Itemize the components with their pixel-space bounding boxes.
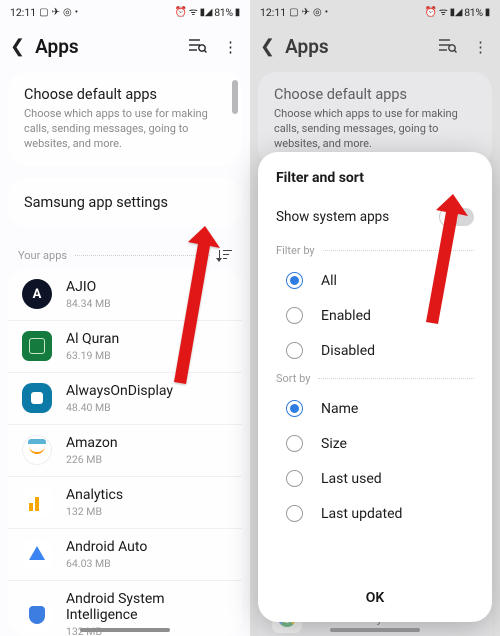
alarm-icon: ⏰: [175, 8, 187, 18]
radio-icon: [286, 505, 303, 522]
clock: 12:11: [260, 6, 286, 19]
back-icon[interactable]: ❮: [10, 36, 25, 57]
scroll-thumb[interactable]: [232, 80, 238, 114]
vowifi-icon: ᯤ: [189, 8, 198, 18]
sort-option-name[interactable]: Name: [276, 391, 474, 426]
phone-screen-left: 12:11 ▢ ✈ ◎ • ⏰ ᯤ ▮◢ 81% ▮ ❮ Apps ⋮ Choo…: [0, 0, 250, 636]
more-menu-icon[interactable]: ⋮: [223, 38, 238, 56]
your-apps-label: Your apps: [18, 249, 67, 262]
divider-dots: [75, 255, 210, 256]
sheet-title: Filter and sort: [276, 170, 474, 186]
more-icon: •: [75, 8, 78, 18]
app-row-quran[interactable]: Al Quran63.19 MB: [8, 320, 242, 372]
signal-icon: ▮◢: [200, 8, 213, 18]
filter-by-label: Filter by: [276, 244, 474, 257]
title-bar: ❮ Apps ⋮: [250, 21, 500, 72]
ajio-icon: [22, 279, 52, 309]
search-sort-icon[interactable]: [188, 37, 207, 57]
battery-icon: ▮: [485, 8, 490, 18]
show-system-label: Show system apps: [276, 209, 389, 225]
more-icon: •: [325, 8, 328, 18]
app-row-aod[interactable]: AlwaysOnDisplay48.40 MB: [8, 372, 242, 424]
default-apps-card[interactable]: Choose default apps Choose which apps to…: [8, 72, 242, 166]
page-title: Apps: [35, 35, 178, 58]
search-sort-icon[interactable]: [438, 37, 457, 57]
amazon-icon: [22, 435, 52, 465]
battery-icon: ▮: [235, 8, 240, 18]
radio-icon: [286, 470, 303, 487]
home-indicator[interactable]: [330, 628, 420, 632]
radio-icon: [286, 307, 303, 324]
aod-icon: [22, 383, 52, 413]
quran-icon: [22, 331, 52, 361]
signal-icon: ▮◢: [450, 8, 463, 18]
back-icon[interactable]: ❮: [260, 36, 275, 57]
page-title: Apps: [285, 35, 428, 58]
asi-icon: [22, 600, 52, 630]
app-list: AJIO84.34 MB Al Quran63.19 MB AlwaysOnDi…: [8, 269, 242, 636]
filter-option-disabled[interactable]: Disabled: [276, 333, 474, 368]
radio-icon: [286, 342, 303, 359]
radio-icon: [286, 400, 303, 417]
instagram-icon: ◎: [313, 8, 322, 18]
auto-icon: [22, 540, 52, 570]
samsung-settings-card[interactable]: Samsung app settings: [8, 178, 242, 227]
filter-option-all[interactable]: All: [276, 263, 474, 298]
analytics-icon: [22, 487, 52, 517]
more-menu-icon[interactable]: ⋮: [473, 38, 488, 56]
your-apps-header: Your apps: [0, 239, 250, 269]
sort-option-last-used[interactable]: Last used: [276, 461, 474, 496]
show-system-row[interactable]: Show system apps: [276, 202, 474, 240]
status-bar: 12:11 ▢ ✈ ◎ • ⏰ ᯤ ▮◢ 81% ▮: [0, 0, 250, 21]
filter-option-enabled[interactable]: Enabled: [276, 298, 474, 333]
home-indicator[interactable]: [80, 628, 170, 632]
image-icon: ▢: [39, 8, 48, 18]
sort-by-label: Sort by: [276, 372, 474, 385]
default-apps-sub: Choose which apps to use for making call…: [24, 107, 226, 152]
status-bar: 12:11 ▢ ✈ ◎ • ⏰ ᯤ ▮◢ 81% ▮: [250, 0, 500, 21]
show-system-toggle[interactable]: [440, 208, 474, 226]
instagram-icon: ◎: [63, 8, 72, 18]
image-icon: ▢: [289, 8, 298, 18]
alarm-icon: ⏰: [425, 8, 437, 18]
ok-button[interactable]: OK: [276, 576, 474, 614]
sort-option-last-updated[interactable]: Last updated: [276, 496, 474, 531]
app-row-analytics[interactable]: Analytics132 MB: [8, 476, 242, 528]
app-row-auto[interactable]: Android Auto64.03 MB: [8, 528, 242, 580]
title-bar: ❮ Apps ⋮: [0, 21, 250, 72]
battery-percent: 81%: [464, 6, 483, 19]
default-apps-sub: Choose which apps to use for making call…: [274, 107, 476, 152]
clock: 12:11: [10, 6, 36, 19]
radio-icon: [286, 435, 303, 452]
default-apps-heading: Choose default apps: [274, 86, 476, 103]
app-row-amazon[interactable]: Amazon226 MB: [8, 424, 242, 476]
filter-sort-sheet: Filter and sort Show system apps Filter …: [258, 152, 492, 622]
phone-screen-right: 12:11 ▢ ✈ ◎ • ⏰ ᯤ ▮◢ 81% ▮ ❮ Apps ⋮ Choo…: [250, 0, 500, 636]
telegram-icon: ✈: [302, 8, 310, 18]
telegram-icon: ✈: [52, 8, 60, 18]
sort-icon[interactable]: [216, 249, 232, 263]
samsung-settings-label: Samsung app settings: [24, 194, 226, 211]
sort-option-size[interactable]: Size: [276, 426, 474, 461]
radio-icon: [286, 272, 303, 289]
default-apps-heading: Choose default apps: [24, 86, 226, 103]
app-row-ajio[interactable]: AJIO84.34 MB: [8, 269, 242, 320]
battery-percent: 81%: [214, 6, 233, 19]
vowifi-icon: ᯤ: [439, 8, 448, 18]
